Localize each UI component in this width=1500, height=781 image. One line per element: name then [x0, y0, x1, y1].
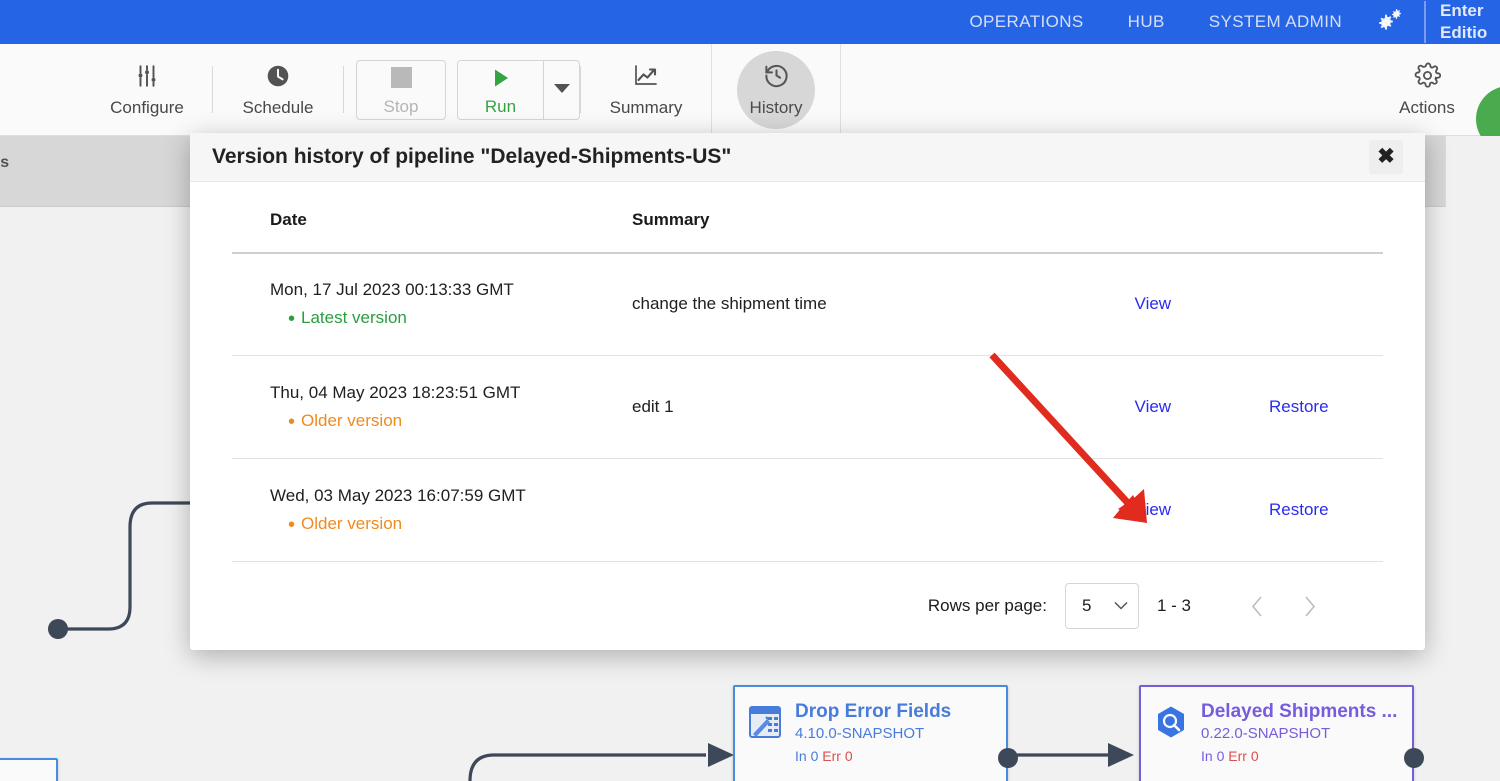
chevron-right-icon[interactable] — [1283, 584, 1335, 628]
chevron-down-icon — [1114, 597, 1128, 615]
version-history-dialog: Version history of pipeline "Delayed-Shi… — [190, 133, 1425, 650]
column-header-date: Date — [232, 181, 632, 254]
restore-link[interactable]: Restore — [1269, 397, 1379, 417]
version-date: Wed, 03 May 2023 16:07:59 GMT — [270, 486, 526, 505]
table-row: Thu, 04 May 2023 18:23:51 GMT • Older ver… — [232, 355, 1383, 459]
table-row: Mon, 17 Jul 2023 00:13:33 GMT • Latest ve… — [232, 252, 1383, 356]
chevron-left-icon[interactable] — [1231, 584, 1283, 628]
bullet-icon: • — [288, 307, 296, 330]
rows-per-page-value: 5 — [1081, 596, 1092, 615]
table-body: Mon, 17 Jul 2023 00:13:33 GMT • Latest ve… — [232, 252, 1383, 562]
version-status: • Latest version — [288, 307, 407, 330]
cell-summary — [632, 458, 1052, 562]
cell-summary: edit 1 — [632, 355, 1052, 459]
restore-link[interactable]: Restore — [1269, 500, 1379, 520]
cell-date: Thu, 04 May 2023 18:23:51 GMT • Older ver… — [232, 355, 632, 459]
dialog-body: Date Summary Mon, 17 Jul 2023 00:13:33 G… — [190, 181, 1425, 651]
rows-per-page-select[interactable]: 5 — [1064, 583, 1139, 629]
pagination-range: 1 - 3 — [1156, 596, 1191, 615]
bullet-icon: • — [288, 410, 296, 433]
version-status: • Older version — [288, 513, 403, 536]
table-paginator: Rows per page: 5 1 - 3 — [232, 562, 1383, 650]
dialog-header: Version history of pipeline "Delayed-Shi… — [190, 133, 1425, 182]
version-history-table: Date Summary Mon, 17 Jul 2023 00:13:33 G… — [232, 181, 1383, 562]
version-date: Thu, 04 May 2023 18:23:51 GMT — [270, 383, 521, 402]
column-header-actions — [1052, 181, 1383, 254]
version-status: • Older version — [288, 410, 403, 433]
rows-per-page-label: Rows per page: — [927, 596, 1047, 615]
column-header-summary: Summary — [632, 181, 1052, 254]
close-icon[interactable]: ✖ — [1369, 139, 1403, 174]
history-clock-icon — [763, 62, 790, 90]
cell-actions: View Restore — [1052, 458, 1383, 562]
cell-actions: View Restore — [1052, 355, 1383, 459]
bullet-icon: • — [288, 513, 296, 536]
table-head: Date Summary — [232, 181, 1383, 254]
view-link[interactable]: View — [1135, 500, 1265, 520]
app-root: OPERATIONS HUB SYSTEM ADMIN Enter Editio — [0, 0, 1500, 781]
table-header-row: Date Summary — [232, 181, 1383, 254]
cell-date: Mon, 17 Jul 2023 00:13:33 GMT • Latest ve… — [232, 252, 632, 356]
history-label: History — [749, 97, 803, 117]
dialog-title: Version history of pipeline "Delayed-Shi… — [212, 144, 732, 168]
cell-actions: View — [1052, 252, 1383, 356]
view-link[interactable]: View — [1135, 397, 1265, 417]
cell-date: Wed, 03 May 2023 16:07:59 GMT • Older ver… — [232, 458, 632, 562]
table-row: Wed, 03 May 2023 16:07:59 GMT • Older ver… — [232, 458, 1383, 562]
version-date: Mon, 17 Jul 2023 00:13:33 GMT — [270, 280, 514, 300]
cell-summary: change the shipment time — [632, 252, 1052, 356]
view-link[interactable]: View — [1135, 294, 1265, 314]
